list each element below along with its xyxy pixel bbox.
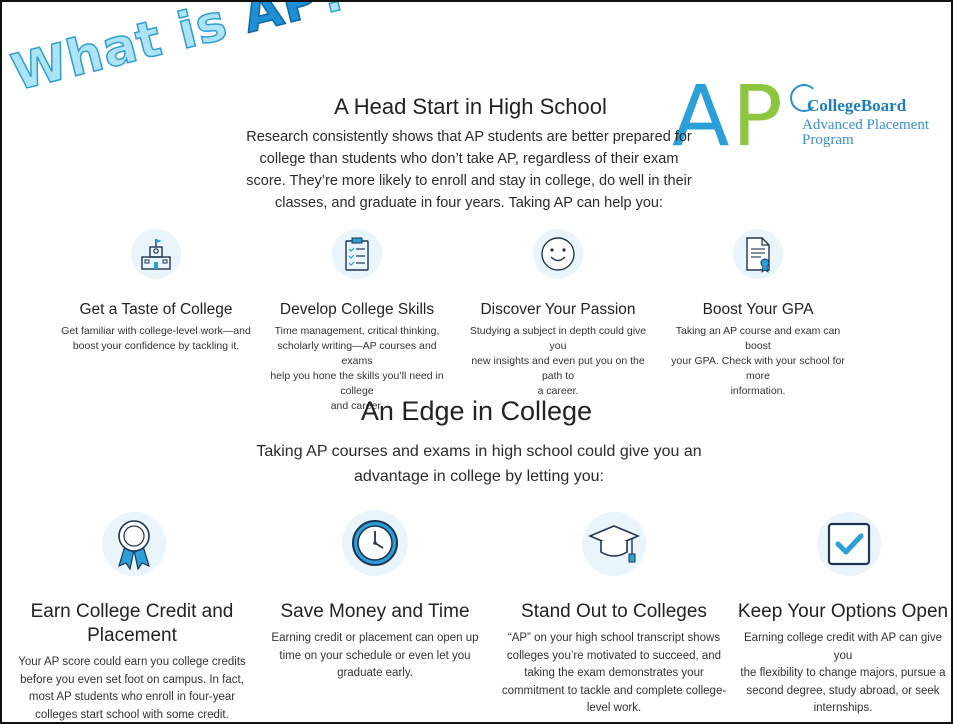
slide-frame: What is AP? A P CollegeBoard Advanced Pl… [0,0,953,724]
item-discover-passion: Discover Your Passion Studying a subject… [463,300,653,399]
item-taste-of-college: Get a Taste of College Get familiar with… [61,300,251,354]
description-line: the flexibility to change majors, pursue… [740,667,946,679]
item-title: Save Money and Time [280,601,470,622]
item-title: Keep Your Options Open [737,601,949,622]
section1-intro-line: Research consistently shows that AP stud… [246,129,692,145]
description-line: second degree, study abroad, or seek [746,684,940,697]
description-line: internships. [813,702,873,714]
description-line: commitment to tackle and complete colleg… [501,684,727,697]
school-building-icon [131,229,181,279]
section1-intro: Research consistently shows that AP stud… [234,126,704,214]
section1-intro-line: college than students who don’t take AP,… [259,151,679,167]
description-line: level work. [586,702,642,714]
clipboard-checklist-icon [332,229,382,279]
item-description: Taking an AP course and exam can boost y… [663,324,853,399]
section2-title: An Edge in College [360,396,593,426]
description-line: before you even set foot on campus. In f… [20,673,244,686]
description-line: boost your confidence by tackling it. [72,340,240,352]
description-line: scholarly writing—AP courses and exams [277,340,437,367]
description-line: Time management, critical thinking, [274,325,440,337]
item-description: “AP” on your high school transcript show… [499,630,729,718]
title-line: Placement [87,625,177,646]
description-line: Your AP score could earn you college cre… [18,656,246,668]
description-line: Earning credit or placement can open up [271,632,479,644]
description-line: colleges start school with some credit. [35,708,229,721]
item-earn-credit: Earn College Credit and Placement Your A… [17,600,247,722]
description-line: Taking an AP course and exam can boost [675,325,841,352]
section1-intro-line: score. They’re more likely to enroll and… [246,173,692,189]
item-description: Earning credit or placement can open up … [260,630,490,683]
wordart-title: What is AP? [5,0,356,103]
description-line: most AP students who enroll in four-year [28,691,236,703]
description-line: “AP” on your high school transcript show… [507,632,721,644]
item-description: Studying a subject in depth could give y… [463,324,653,399]
description-line: Earning college credit with AP can give … [744,632,942,662]
ap-collegeboard-logo: A P CollegeBoard Advanced Placement Prog… [672,74,942,160]
smiley-face-icon [533,229,583,279]
checkbox-icon [817,512,881,576]
item-title: Develop College Skills [279,301,435,318]
description-line: time on your schedule or even let you [279,649,471,662]
item-description: Get familiar with college-level work—and… [61,324,251,354]
item-title: Get a Taste of College [79,301,233,318]
description-line: new insights and even put you on the pat… [471,355,645,382]
wordart-ap: AP [236,0,327,45]
section2-intro-line: advantage in college by letting you: [354,468,604,485]
title-line: Earn College Credit and [30,601,234,622]
description-line: your GPA. Check with your school for mor… [671,355,845,382]
item-description: Your AP score could earn you college cre… [17,654,247,722]
section1-title: A Head Start in High School [334,94,607,119]
description-line: colleges you’re motivated to succeed, an… [506,649,722,662]
graduation-cap-icon [582,512,646,576]
item-boost-gpa: Boost Your GPA Taking an AP course and e… [663,300,853,399]
item-title: Boost Your GPA [702,301,814,318]
item-title: Discover Your Passion [480,301,636,318]
description-line: taking the exam demonstrates your [524,667,704,679]
description-line: graduate early. [337,667,413,679]
clock-icon [342,510,408,576]
logo-line-2: Program [802,132,854,148]
section2-intro-line: Taking AP courses and exams in high scho… [256,443,702,460]
wordart-what: What is [5,0,252,103]
item-stand-out: Stand Out to Colleges “AP” on your high … [499,600,729,718]
item-title: Earn College Credit and Placement [17,600,247,648]
item-keep-options-open: Keep Your Options Open Earning college c… [735,600,951,718]
description-line: Get familiar with college-level work—and [61,325,251,337]
item-description: Earning college credit with AP can give … [735,630,951,718]
item-title: Stand Out to Colleges [521,601,707,622]
item-save-money: Save Money and Time Earning credit or pl… [260,600,490,683]
section2-intro: Taking AP courses and exams in high scho… [234,439,724,489]
description-line: Studying a subject in depth could give y… [469,325,647,352]
certificate-document-icon [733,229,783,279]
section1-intro-line: classes, and graduate in four years. Tak… [275,195,663,211]
logo-line-1: Advanced Placement [802,117,930,133]
description-line: help you hone the skills you’ll need in … [270,370,444,397]
award-ribbon-icon [102,512,166,576]
